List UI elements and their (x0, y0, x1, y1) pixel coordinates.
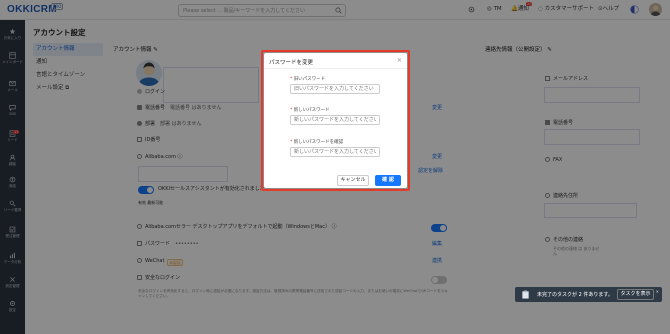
clipboard-icon (522, 290, 529, 299)
toast-text: 未完了のタスクが 2 件あります。 (537, 292, 613, 298)
close-icon[interactable]: ✕ (656, 289, 659, 294)
highlight-frame (261, 50, 410, 191)
view-tasks-button[interactable]: タスクを表示 (617, 289, 654, 300)
task-toast: 未完了のタスクが 2 件あります。 タスクを表示 ✕ (515, 287, 662, 302)
